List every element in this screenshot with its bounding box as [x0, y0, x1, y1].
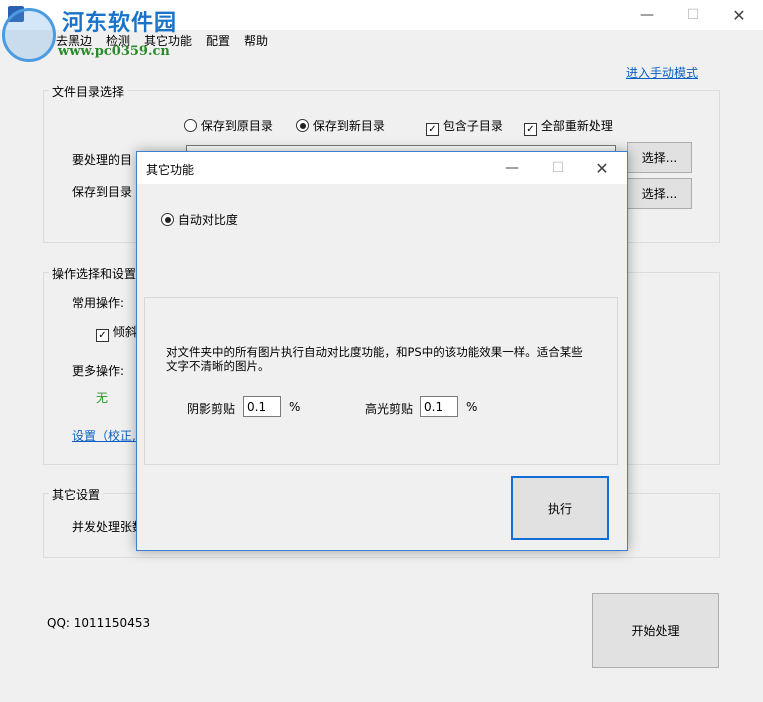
other-settings-group-label: 其它设置 [49, 486, 104, 503]
shadow-clip-input[interactable]: 0.1 [243, 396, 281, 417]
more-ops-value: 无 [96, 391, 109, 405]
radio-save-new[interactable]: 保存到新目录 [296, 117, 385, 134]
dialog-title: 其它功能 [146, 163, 195, 177]
dst-dir-label: 保存到目录 [72, 185, 133, 199]
shadow-clip-label: 阴影剪贴 [187, 402, 236, 416]
more-ops-label: 更多操作: [72, 364, 125, 378]
dialog-options-panel [144, 297, 618, 465]
dialog-description: 对文件夹中的所有图片执行自动对比度功能，和PS中的该功能效果一样。适合某些文字不… [166, 345, 583, 373]
highlight-clip-label: 高光剪贴 [365, 402, 414, 416]
radio-save-original[interactable]: 保存到原目录 [184, 117, 273, 134]
radio-save-new-indicator[interactable] [296, 119, 309, 132]
manual-mode-link[interactable]: 进入手动模式 [626, 64, 698, 81]
check-reprocess-all-label: 全部重新处理 [540, 119, 613, 133]
file-dir-group-label: 文件目录选择 [49, 83, 128, 100]
start-process-button[interactable]: 开始处理 [592, 593, 719, 668]
check-include-subdir-label: 包含子目录 [442, 119, 503, 133]
dialog-minimize-icon[interactable]: — [489, 152, 535, 184]
highlight-clip-input[interactable]: 0.1 [420, 396, 458, 417]
watermark-logo-icon [2, 8, 56, 62]
radio-auto-contrast[interactable]: 自动对比度 [161, 211, 238, 228]
other-functions-dialog: 其它功能 — ☐ ✕ 自动对比度 对文件夹中的所有图片执行自动对比度功能，和PS… [136, 151, 628, 551]
src-dir-label: 要处理的目 [72, 153, 133, 167]
dialog-maximize-icon[interactable]: ☐ [535, 152, 581, 184]
check-deskew-box[interactable]: ✓ [96, 329, 109, 342]
check-deskew[interactable]: ✓ 倾斜 [96, 323, 137, 342]
menu-help[interactable]: 帮助 [244, 32, 268, 49]
menu-config[interactable]: 配置 [206, 32, 230, 49]
radio-save-new-label: 保存到新目录 [312, 119, 385, 133]
minimize-icon[interactable]: — [624, 0, 670, 30]
maximize-icon[interactable]: ☐ [670, 0, 716, 30]
check-deskew-label: 倾斜 [112, 325, 137, 339]
watermark-site-url: www.pc0359.cn [58, 44, 170, 59]
radio-save-original-label: 保存到原目录 [200, 119, 273, 133]
qq-text: QQ: 1011150453 [47, 616, 151, 630]
check-reprocess-all-box[interactable]: ✓ [524, 123, 537, 136]
check-reprocess-all[interactable]: ✓ 全部重新处理 [524, 117, 613, 136]
dialog-close-icon[interactable]: ✕ [579, 152, 625, 184]
select-dst-button[interactable]: 选择... [627, 178, 692, 209]
radio-auto-contrast-label: 自动对比度 [177, 213, 238, 227]
ops-group-label: 操作选择和设置 [49, 265, 140, 282]
close-icon[interactable]: ✕ [716, 0, 762, 30]
highlight-clip-percent: % [466, 400, 478, 414]
check-include-subdir-box[interactable]: ✓ [426, 123, 439, 136]
shadow-clip-percent: % [289, 400, 301, 414]
radio-save-original-indicator[interactable] [184, 119, 197, 132]
common-ops-label: 常用操作: [72, 296, 125, 310]
check-include-subdir[interactable]: ✓ 包含子目录 [426, 117, 503, 136]
select-src-button[interactable]: 选择... [627, 142, 692, 173]
run-button[interactable]: 执行 [511, 476, 609, 540]
radio-auto-contrast-indicator[interactable] [161, 213, 174, 226]
concurrency-label: 并发处理张数 [72, 520, 145, 534]
settings-link[interactable]: 设置（校正, [72, 427, 136, 444]
